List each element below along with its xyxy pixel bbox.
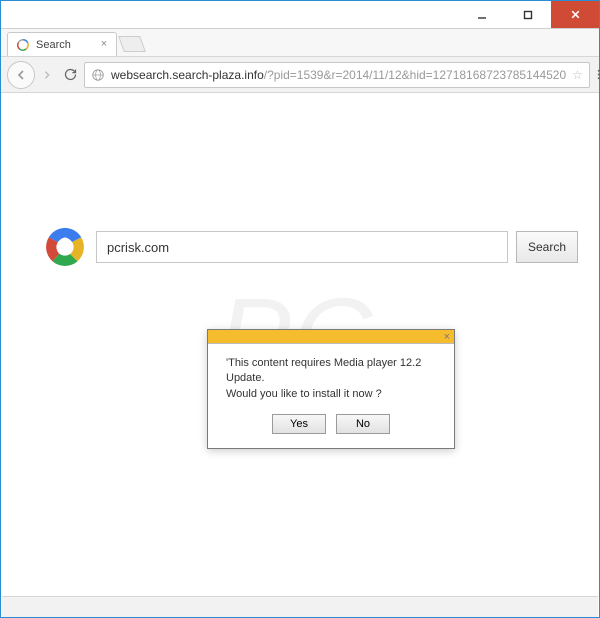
reload-icon xyxy=(63,67,78,82)
tab-favicon-icon xyxy=(16,38,30,52)
globe-icon xyxy=(91,68,105,82)
popup-yes-button[interactable]: Yes xyxy=(272,414,326,434)
search-logo-icon xyxy=(42,224,88,270)
address-bar[interactable]: websearch.search-plaza.info/?pid=1539&r=… xyxy=(84,62,590,88)
close-icon xyxy=(570,9,581,20)
arrow-left-icon xyxy=(15,69,27,81)
browser-window: Search × websearch.search-plaza.info/?pi… xyxy=(0,0,600,618)
page-viewport: PC risk.com Search × 'This content requi… xyxy=(2,94,598,595)
new-tab-button[interactable] xyxy=(118,36,146,52)
url-path: /?pid=1539&r=2014/11/12&hid=127181687237… xyxy=(264,68,566,82)
popup-message-line1: 'This content requires Media player 12.2… xyxy=(226,356,440,387)
window-maximize-button[interactable] xyxy=(505,1,551,28)
popup-header: × xyxy=(208,330,454,344)
nav-back-button[interactable] xyxy=(7,61,35,89)
reload-button[interactable] xyxy=(63,64,78,86)
update-popup: × 'This content requires Media player 12… xyxy=(207,329,455,449)
titlebar-spacer xyxy=(1,1,459,28)
tab-close-button[interactable]: × xyxy=(98,38,110,50)
popup-close-button[interactable]: × xyxy=(444,330,450,344)
maximize-icon xyxy=(523,10,533,20)
bookmark-star-icon[interactable]: ☆ xyxy=(572,68,583,82)
tab-title: Search xyxy=(36,39,71,51)
tab-strip: Search × xyxy=(1,29,599,57)
browser-tab[interactable]: Search × xyxy=(7,32,117,56)
window-close-button[interactable] xyxy=(551,1,599,28)
popup-no-button[interactable]: No xyxy=(336,414,390,434)
arrow-right-icon xyxy=(42,70,52,80)
browser-menu-button[interactable] xyxy=(596,62,600,88)
address-toolbar: websearch.search-plaza.info/?pid=1539&r=… xyxy=(1,57,599,93)
window-controls xyxy=(459,1,599,28)
popup-body: 'This content requires Media player 12.2… xyxy=(208,344,454,408)
minimize-icon xyxy=(477,10,487,20)
nav-arrows xyxy=(7,61,57,89)
window-titlebar xyxy=(1,1,599,29)
window-minimize-button[interactable] xyxy=(459,1,505,28)
status-bar xyxy=(2,596,598,617)
url-text: websearch.search-plaza.info/?pid=1539&r=… xyxy=(111,68,566,82)
popup-actions: Yes No xyxy=(208,408,454,448)
search-input[interactable] xyxy=(96,231,508,263)
url-host: websearch.search-plaza.info xyxy=(111,68,264,82)
search-area: Search xyxy=(42,224,578,270)
popup-message-line2: Would you like to install it now ? xyxy=(226,387,440,402)
search-button[interactable]: Search xyxy=(516,231,578,263)
nav-forward-button[interactable] xyxy=(37,65,57,85)
hamburger-icon xyxy=(596,67,600,82)
